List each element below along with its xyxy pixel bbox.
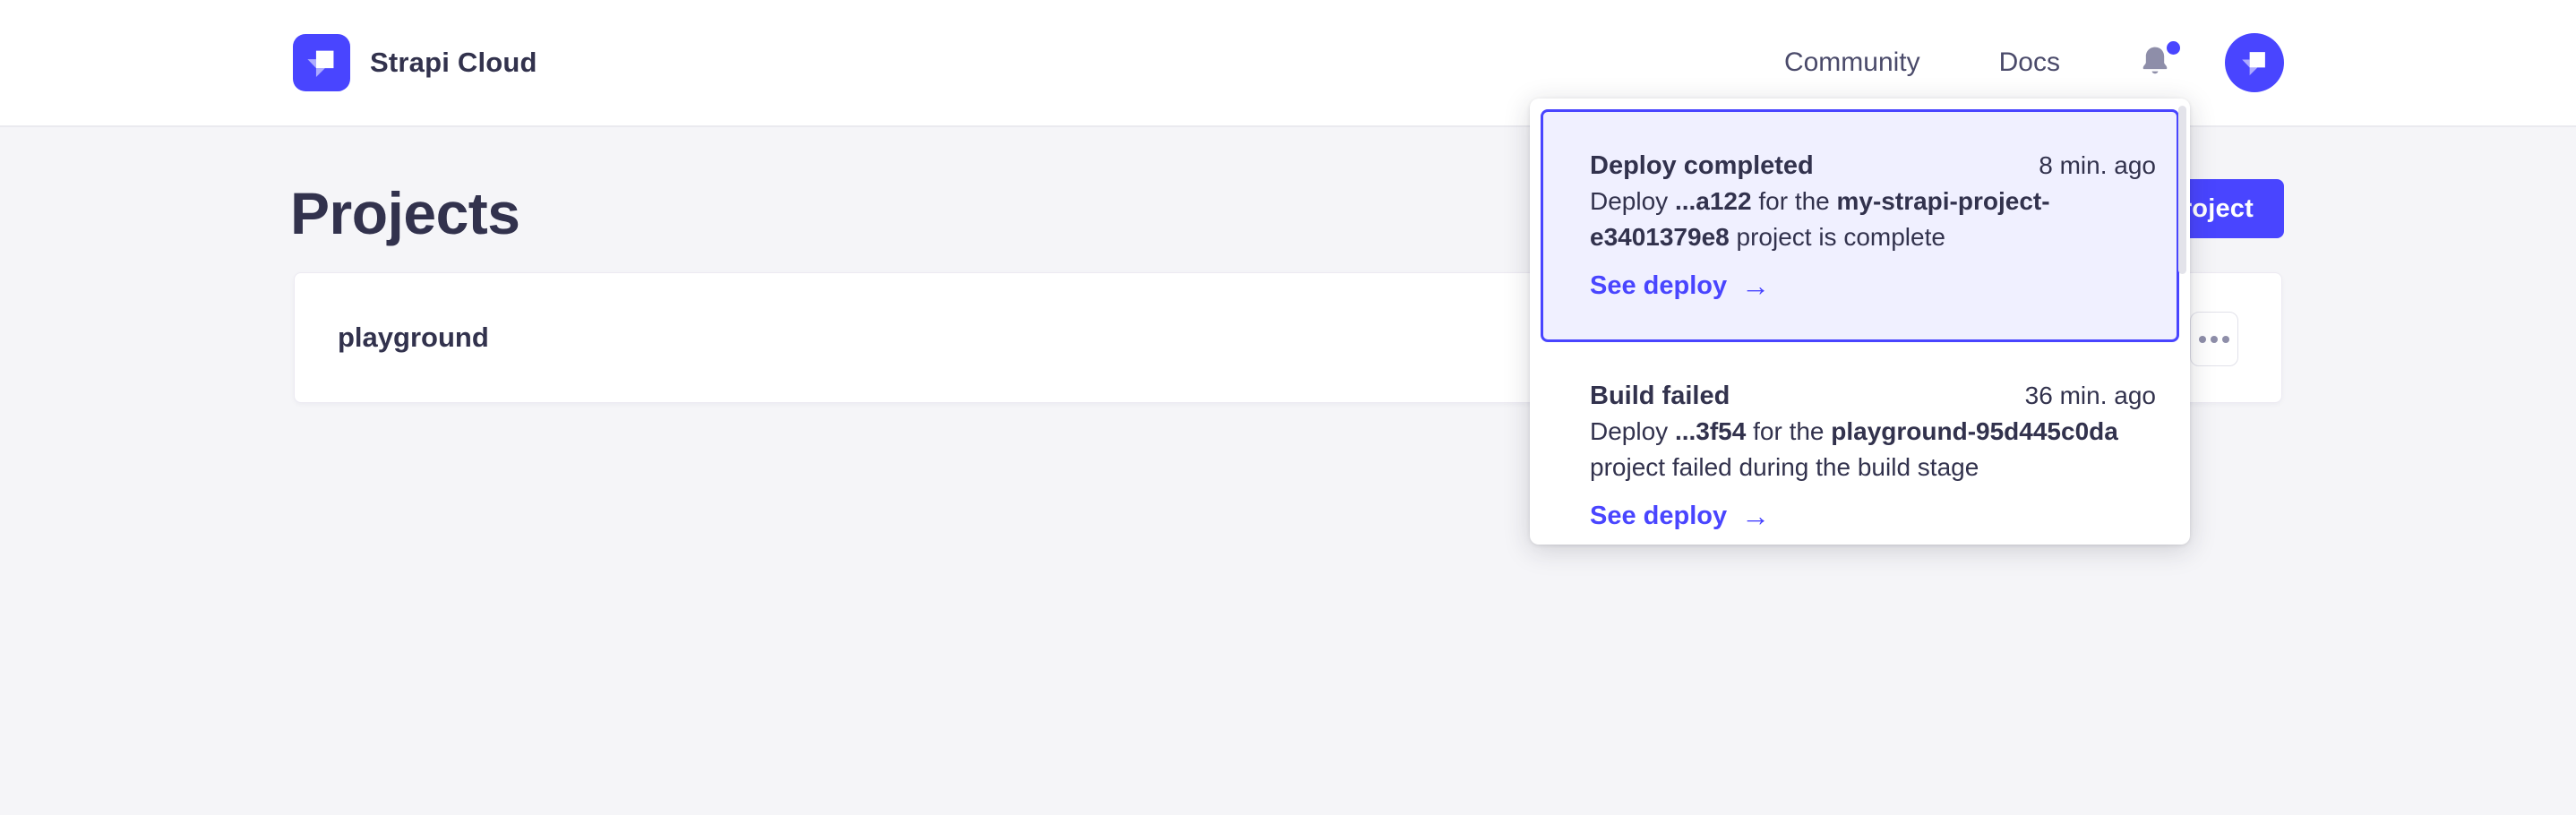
notification-title: Deploy completed xyxy=(1590,148,1814,184)
avatar-strapi-icon xyxy=(2234,42,2275,83)
notifications-bell-button[interactable] xyxy=(2126,34,2184,91)
brand: Strapi Cloud xyxy=(293,0,537,125)
notification-header-row: Build failed 36 min. ago xyxy=(1590,378,2156,414)
notification-item[interactable]: Build failed 36 min. agoDeploy ...3f54 fo… xyxy=(1541,342,2179,545)
notifications-panel: Deploy completed 8 min. agoDeploy ...a122… xyxy=(1530,99,2190,545)
page-title: Projects xyxy=(290,179,519,247)
arrow-right-icon: → xyxy=(1741,498,1770,534)
strapi-logo[interactable] xyxy=(293,34,350,91)
notification-body: Deploy ...a122 for the my-strapi-project… xyxy=(1590,184,2156,255)
notifications-list: Deploy completed 8 min. agoDeploy ...a122… xyxy=(1541,109,2179,545)
user-avatar[interactable] xyxy=(2225,33,2284,92)
strapi-logo-icon xyxy=(298,39,345,86)
brand-name: Strapi Cloud xyxy=(370,47,537,79)
see-deploy-label: See deploy xyxy=(1590,498,1727,534)
project-more-button[interactable] xyxy=(2190,312,2238,366)
see-deploy-link[interactable]: See deploy → xyxy=(1590,498,2156,534)
notification-time: 36 min. ago xyxy=(2025,378,2156,414)
see-deploy-link[interactable]: See deploy → xyxy=(1590,268,2156,304)
notification-item[interactable]: Deploy completed 8 min. agoDeploy ...a122… xyxy=(1541,109,2179,342)
notification-time: 8 min. ago xyxy=(2039,148,2156,184)
strapi-cloud-app: Strapi Cloud Community Docs Projects xyxy=(0,0,2576,815)
unread-indicator-dot xyxy=(2167,41,2180,55)
nav-community[interactable]: Community xyxy=(1784,47,1920,78)
project-name: playground xyxy=(338,273,489,402)
nav-docs[interactable]: Docs xyxy=(1999,47,2060,78)
see-deploy-label: See deploy xyxy=(1590,268,1727,304)
ellipsis-icon xyxy=(2199,336,2206,343)
arrow-right-icon: → xyxy=(1741,268,1770,304)
notification-header-row: Deploy completed 8 min. ago xyxy=(1590,148,2156,184)
panel-scrollbar-thumb[interactable] xyxy=(2178,106,2186,274)
notification-body: Deploy ...3f54 for the playground-95d445… xyxy=(1590,414,2156,485)
notification-title: Build failed xyxy=(1590,378,1730,414)
